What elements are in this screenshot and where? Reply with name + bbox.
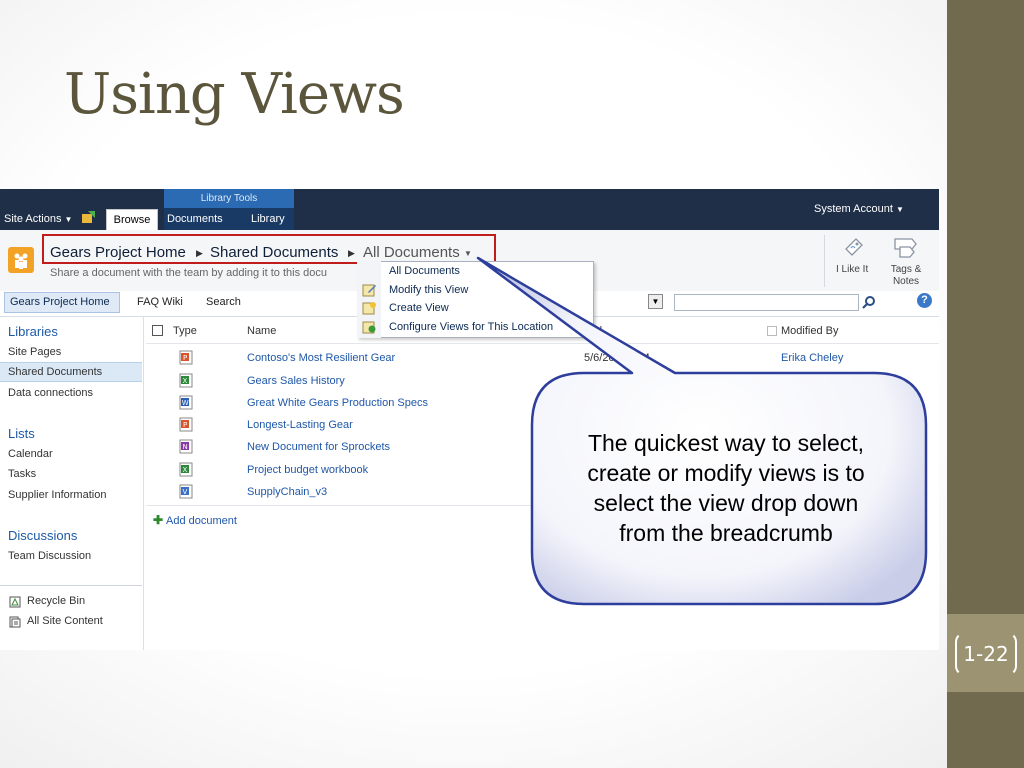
callout-bubble (476, 256, 928, 606)
callout-text: The quickest way to select, create or mo… (587, 430, 865, 546)
